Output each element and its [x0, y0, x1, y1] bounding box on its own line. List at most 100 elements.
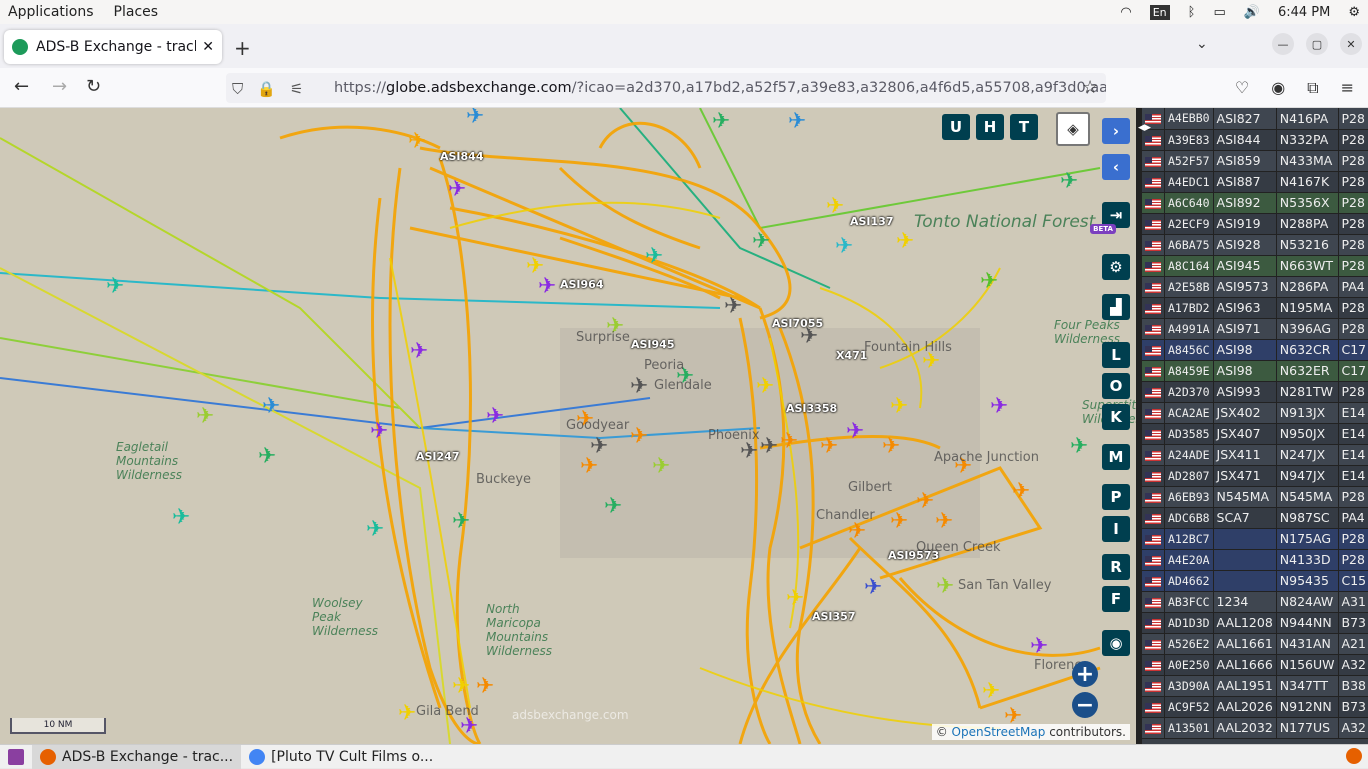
table-row[interactable]: AD2807 JSX471 N947JX E14 [1142, 465, 1368, 487]
p-toggle-button[interactable]: P [1102, 484, 1130, 510]
table-row[interactable]: A4EBB0 ASI827 N416PA P28 [1142, 108, 1368, 130]
label-toggle-button[interactable]: L [1102, 342, 1130, 368]
aircraft-label[interactable]: ASI7055 [772, 317, 823, 330]
table-row[interactable]: A0E250 AAL1666 N156UW A32 [1142, 654, 1368, 676]
table-row[interactable]: A24ADE JSX411 N247JX E14 [1142, 444, 1368, 466]
table-row[interactable]: A2E58B ASI9573 N286PA PA4 [1142, 276, 1368, 298]
table-row[interactable]: AD1D3D AAL1208 N944NN B73 [1142, 612, 1368, 634]
aircraft-label[interactable]: ASI3358 [786, 402, 837, 415]
table-row[interactable]: A2D370 ASI993 N281TW P28 [1142, 381, 1368, 403]
us-flag-icon [1142, 486, 1165, 508]
previous-aircraft-icon[interactable]: ‹ [1102, 154, 1130, 180]
aircraft-label[interactable]: ASI357 [812, 610, 856, 623]
forward-icon[interactable]: → [52, 76, 67, 97]
table-row[interactable]: A4E20A N4133D P28 [1142, 549, 1368, 571]
aircraft-label[interactable]: ASI945 [631, 338, 675, 351]
new-tab-button[interactable]: + [234, 36, 251, 60]
hex-cell: ADC6B8 [1164, 507, 1214, 529]
menu-icon[interactable]: ≡ [1341, 78, 1354, 98]
aircraft-label[interactable]: ASI964 [560, 278, 604, 291]
aircraft-label[interactable]: ASI9573 [888, 549, 939, 562]
tracking-protection-shield-icon[interactable]: ⛉ [232, 80, 243, 98]
keyboard-layout-indicator[interactable]: En [1149, 4, 1170, 20]
trails-toggle-button[interactable]: T [1010, 114, 1038, 140]
table-row[interactable]: A52F57 ASI859 N433MA P28 [1142, 150, 1368, 172]
clock[interactable]: 6:44 PM [1278, 5, 1330, 20]
table-row[interactable]: A526E2 AAL1661 N431AN A21 [1142, 633, 1368, 655]
replay-icon[interactable]: ◉ [1102, 630, 1130, 656]
account-icon[interactable]: ◉ [1271, 78, 1285, 98]
table-row[interactable]: AB3FCC 1234 N824AW A31 [1142, 591, 1368, 613]
table-row[interactable]: A39E83 ASI844 N332PA P28 [1142, 129, 1368, 151]
table-row[interactable]: A4991A ASI971 N396AG P28 [1142, 318, 1368, 340]
us-flag-icon [1142, 276, 1165, 298]
flight-map[interactable]: ✈ ✈ ✈ ✈ ✈ ✈ ✈ ✈ ✈ ✈ ✈ ✈ ✈ ✈ ✈ ✈ ✈ ✈ ✈ ✈ … [0, 108, 1136, 744]
table-row[interactable]: A13501 AAL2032 N177US A32 [1142, 717, 1368, 739]
taskbar-item-pluto[interactable]: [Pluto TV Cult Films o... [241, 745, 441, 769]
expand-collapse-icon[interactable]: ◂▸ [1138, 120, 1151, 135]
applications-menu[interactable]: Applications [8, 4, 94, 20]
table-row[interactable]: A6EB93 N545MA N545MA P28 [1142, 486, 1368, 508]
extensions-icon[interactable]: ⧉ [1307, 78, 1318, 98]
url-bar[interactable]: https://globe.adsbexchange.com/?icao=a2d… [226, 73, 1106, 103]
tab-adsb-exchange[interactable]: ADS-B Exchange - track aircraft live ✕ [4, 30, 222, 64]
next-aircraft-icon[interactable]: › [1102, 118, 1130, 144]
table-row[interactable]: A8456C ASI98 N632CR C17 [1142, 339, 1368, 361]
bluetooth-icon[interactable]: ᛒ [1188, 5, 1196, 20]
aircraft-label[interactable]: ASI137 [850, 215, 894, 228]
table-row[interactable]: A2ECF9 ASI919 N288PA P28 [1142, 213, 1368, 235]
network-icon[interactable]: ◠ [1120, 5, 1131, 20]
beta-badge[interactable]: BETA [1090, 224, 1116, 234]
table-row[interactable]: A8459E ASI98 N632ER C17 [1142, 360, 1368, 382]
show-desktop-icon[interactable] [0, 745, 32, 769]
table-row[interactable]: A17BD2 ASI963 N195MA P28 [1142, 297, 1368, 319]
settings-gear-icon[interactable]: ⚙ [1102, 254, 1130, 280]
tab-close-icon[interactable]: ✕ [202, 39, 214, 55]
table-row[interactable]: A8C164 ASI945 N663WT P28 [1142, 255, 1368, 277]
zoom-in-icon[interactable]: + [1072, 661, 1098, 687]
k-toggle-button[interactable]: K [1102, 404, 1130, 430]
type-cell: A31 [1338, 591, 1368, 613]
hide-sidebar-toggle-button[interactable]: H [976, 114, 1004, 140]
table-row[interactable]: A12BC7 N175AG P28 [1142, 528, 1368, 550]
firefox-tray-icon[interactable] [1346, 748, 1362, 764]
table-row[interactable]: A4EDC1 ASI887 N4167K P28 [1142, 171, 1368, 193]
volume-icon[interactable]: 🔊 [1244, 5, 1260, 20]
openstreetmap-link[interactable]: OpenStreetMap [952, 725, 1046, 739]
table-row[interactable]: AC9F52 AAL2026 N912NN B73 [1142, 696, 1368, 718]
minimize-button[interactable]: — [1272, 33, 1294, 55]
zoom-out-icon[interactable]: − [1072, 692, 1098, 718]
m-toggle-button[interactable]: M [1102, 444, 1130, 470]
stats-icon[interactable]: ▟ [1102, 294, 1130, 320]
aircraft-label[interactable]: X471 [836, 349, 867, 362]
table-row[interactable]: AD3585 JSX407 N950JX E14 [1142, 423, 1368, 445]
places-menu[interactable]: Places [114, 4, 159, 20]
layers-icon[interactable]: ◈ [1056, 112, 1090, 146]
table-row[interactable]: ACA2AE JSX402 N913JX E14 [1142, 402, 1368, 424]
aircraft-label[interactable]: ASI844 [440, 150, 484, 163]
table-row[interactable]: ADC6B8 SCA7 N987SC PA4 [1142, 507, 1368, 529]
table-row[interactable]: AD4662 N95435 C15 [1142, 570, 1368, 592]
close-window-button[interactable]: ✕ [1340, 33, 1362, 55]
o-toggle-button[interactable]: O [1102, 373, 1130, 399]
table-row[interactable]: A3D90A AAL1951 N347TT B38 [1142, 675, 1368, 697]
aircraft-label[interactable]: ASI247 [416, 450, 460, 463]
type-cell: E14 [1338, 465, 1368, 487]
r-toggle-button[interactable]: R [1102, 554, 1130, 580]
table-row[interactable]: A6C640 ASI892 N5356X P28 [1142, 192, 1368, 214]
permissions-icon[interactable]: ⚟ [290, 80, 303, 98]
bookmark-star-icon[interactable]: ☆ [1082, 77, 1098, 98]
f-toggle-button[interactable]: F [1102, 586, 1130, 612]
reload-icon[interactable]: ↻ [86, 76, 101, 97]
maximize-button[interactable]: ▢ [1306, 33, 1328, 55]
table-row[interactable]: A6BA75 ASI928 N53216 P28 [1142, 234, 1368, 256]
battery-icon[interactable]: ▭ [1213, 5, 1225, 20]
list-all-tabs-icon[interactable]: ⌄ [1196, 36, 1208, 52]
taskbar-item-adsb[interactable]: ADS-B Exchange - trac... [32, 744, 242, 769]
back-icon[interactable]: ← [14, 76, 29, 97]
units-toggle-button[interactable]: U [942, 114, 970, 140]
settings-icon[interactable]: ⚙ [1348, 5, 1360, 20]
i-toggle-button[interactable]: I [1102, 516, 1130, 542]
pocket-icon[interactable]: ♡ [1235, 78, 1249, 98]
lock-icon[interactable]: 🔒 [257, 80, 276, 98]
